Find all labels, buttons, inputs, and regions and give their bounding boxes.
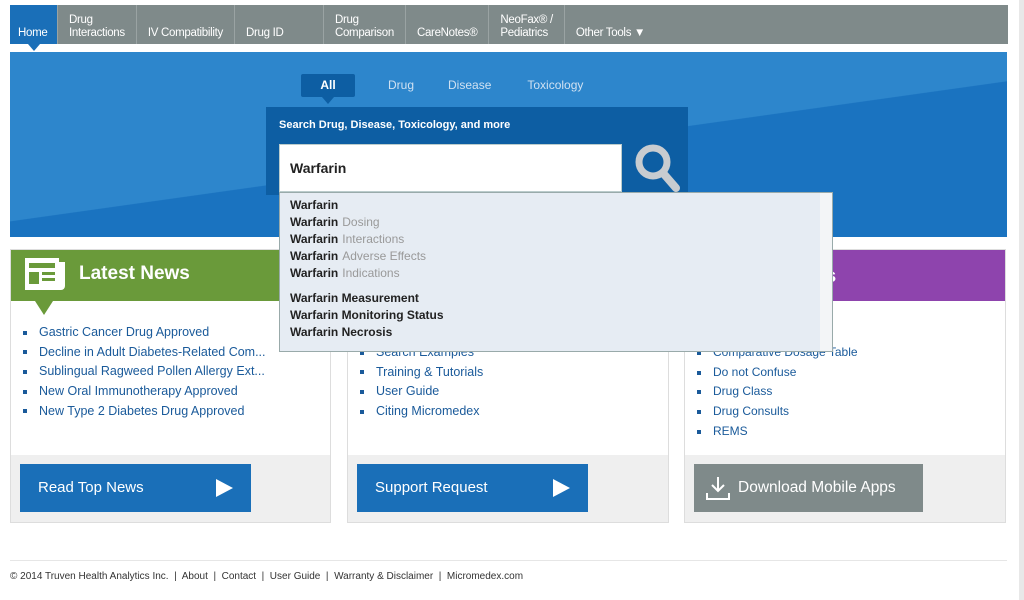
download-icon: [706, 477, 730, 500]
list-link[interactable]: Drug Consults: [697, 402, 858, 422]
suggestion-item[interactable]: Warfarin Monitoring Status: [290, 307, 832, 324]
panel-footer: Support Request: [348, 455, 668, 522]
suggestion-item[interactable]: Warfarin Interactions: [290, 231, 832, 248]
suggestion-term: Warfarin: [290, 232, 339, 246]
tab-other-tools[interactable]: Other Tools ▼: [565, 5, 656, 44]
newspaper-icon: [25, 258, 65, 290]
tab-label: Drug Interactions: [69, 14, 125, 39]
autocomplete-dropdown: Warfarin Warfarin Dosing Warfarin Interactio…: [279, 192, 833, 352]
suggestion-term: Warfarin: [290, 266, 339, 280]
list-link[interactable]: Do not Confuse: [697, 363, 858, 383]
search-input[interactable]: Warfarin: [279, 144, 622, 192]
news-list: Gastric Cancer Drug Approved Decline in A…: [23, 323, 266, 421]
resources-list: Comparative Dosage Table Do not Confuse Dr…: [697, 343, 858, 441]
suggestion-qualifier: Dosing: [342, 215, 380, 229]
list-link[interactable]: New Type 2 Diabetes Drug Approved: [23, 402, 266, 422]
top-nav: Home Drug Interactions IV Compatibility D…: [10, 5, 1008, 51]
separator: |: [320, 571, 335, 582]
tab-label: Home: [18, 27, 48, 39]
tab-carenotes[interactable]: CareNotes®: [406, 5, 490, 44]
footer-link-warranty-disclaimer[interactable]: Warranty & Disclaimer: [334, 571, 433, 582]
search-tab-all[interactable]: All: [301, 74, 355, 104]
suggestion-qualifier: Interactions: [342, 232, 405, 246]
support-list: Search Examples Training & Tutorials User …: [360, 343, 483, 422]
footer-link-contact[interactable]: Contact: [222, 571, 256, 582]
tab-drug-interactions[interactable]: Drug Interactions: [58, 5, 137, 44]
suggestion-qualifier: Adverse Effects: [342, 249, 427, 263]
list-link[interactable]: REMS: [697, 422, 858, 442]
footer: © 2014 Truven Health Analytics Inc. | Ab…: [10, 571, 523, 582]
play-arrow-icon: [553, 479, 570, 497]
panel-footer: Read Top News: [11, 455, 330, 522]
header-pointer: [35, 301, 53, 315]
tab-label: Drug Comparison: [334, 14, 394, 39]
tab-drug-id[interactable]: Drug ID: [235, 5, 324, 44]
tab-label: IV Compatibility: [147, 27, 223, 39]
footer-link-user-guide[interactable]: User Guide: [270, 571, 321, 582]
search-label: Search Drug, Disease, Toxicology, and mo…: [279, 119, 511, 131]
suggestion-item[interactable]: Warfarin Dosing: [290, 214, 832, 231]
tab-label: NeoFax® / Pediatrics: [500, 14, 553, 39]
tab-home[interactable]: Home: [10, 5, 58, 51]
list-link[interactable]: Gastric Cancer Drug Approved: [23, 323, 266, 343]
panel-title: Latest News: [79, 263, 190, 284]
list-link[interactable]: Drug Class: [697, 382, 858, 402]
read-top-news-button[interactable]: Read Top News: [20, 464, 251, 512]
suggestion-qualifier: Indications: [342, 266, 400, 280]
suggestion-term: Warfarin: [290, 249, 339, 263]
tab-label: CareNotes®: [416, 27, 478, 39]
footer-divider: [10, 560, 1007, 561]
suggestion-term: Warfarin: [290, 198, 339, 212]
list-link[interactable]: Sublingual Ragweed Pollen Allergy Ext...: [23, 362, 266, 382]
search-tab-disease[interactable]: Disease: [430, 74, 507, 97]
suggestion-term: Warfarin: [290, 215, 339, 229]
separator: |: [207, 571, 222, 582]
list-link[interactable]: Training & Tutorials: [360, 363, 483, 383]
list-link[interactable]: Decline in Adult Diabetes-Related Com...: [23, 343, 266, 363]
separator: |: [168, 571, 182, 582]
page-scrollbar[interactable]: [1019, 0, 1024, 600]
tab-label: Other Tools ▼: [575, 27, 646, 39]
tab-iv-compatibility[interactable]: IV Compatibility: [137, 5, 235, 44]
tab-label: Drug ID: [245, 27, 284, 39]
suggestion-item[interactable]: Warfarin: [290, 197, 832, 214]
suggestion-item[interactable]: Warfarin Necrosis: [290, 324, 832, 341]
search-tab-toxicology[interactable]: Toxicology: [507, 74, 599, 97]
play-arrow-icon: [216, 479, 233, 497]
tab-drug-comparison[interactable]: Drug Comparison: [324, 5, 406, 44]
tab-neofax-pediatrics[interactable]: NeoFax® / Pediatrics: [489, 5, 565, 44]
suggestion-item[interactable]: Warfarin Indications: [290, 265, 832, 282]
footer-link-about[interactable]: About: [182, 571, 208, 582]
separator: |: [256, 571, 270, 582]
download-mobile-apps-button[interactable]: Download Mobile Apps: [694, 464, 923, 512]
support-request-button[interactable]: Support Request: [357, 464, 588, 512]
search-tab-drug[interactable]: Drug: [355, 74, 430, 97]
dropdown-scrollbar[interactable]: [820, 193, 832, 351]
search-type-tabs: All Drug Disease Toxicology: [301, 74, 599, 104]
search-box: Search Drug, Disease, Toxicology, and mo…: [266, 107, 688, 195]
footer-link-micromedex-com[interactable]: Micromedex.com: [447, 571, 523, 582]
copyright: © 2014 Truven Health Analytics Inc.: [10, 571, 169, 582]
list-link[interactable]: Citing Micromedex: [360, 402, 483, 422]
separator: |: [433, 571, 447, 582]
suggestion-item[interactable]: Warfarin Measurement: [290, 290, 832, 307]
search-icon[interactable]: [634, 143, 680, 193]
suggestion-item[interactable]: Warfarin Adverse Effects: [290, 248, 832, 265]
list-link[interactable]: New Oral Immunotherapy Approved: [23, 382, 266, 402]
panel-footer: Download Mobile Apps: [685, 455, 1005, 522]
list-link[interactable]: User Guide: [360, 382, 483, 402]
